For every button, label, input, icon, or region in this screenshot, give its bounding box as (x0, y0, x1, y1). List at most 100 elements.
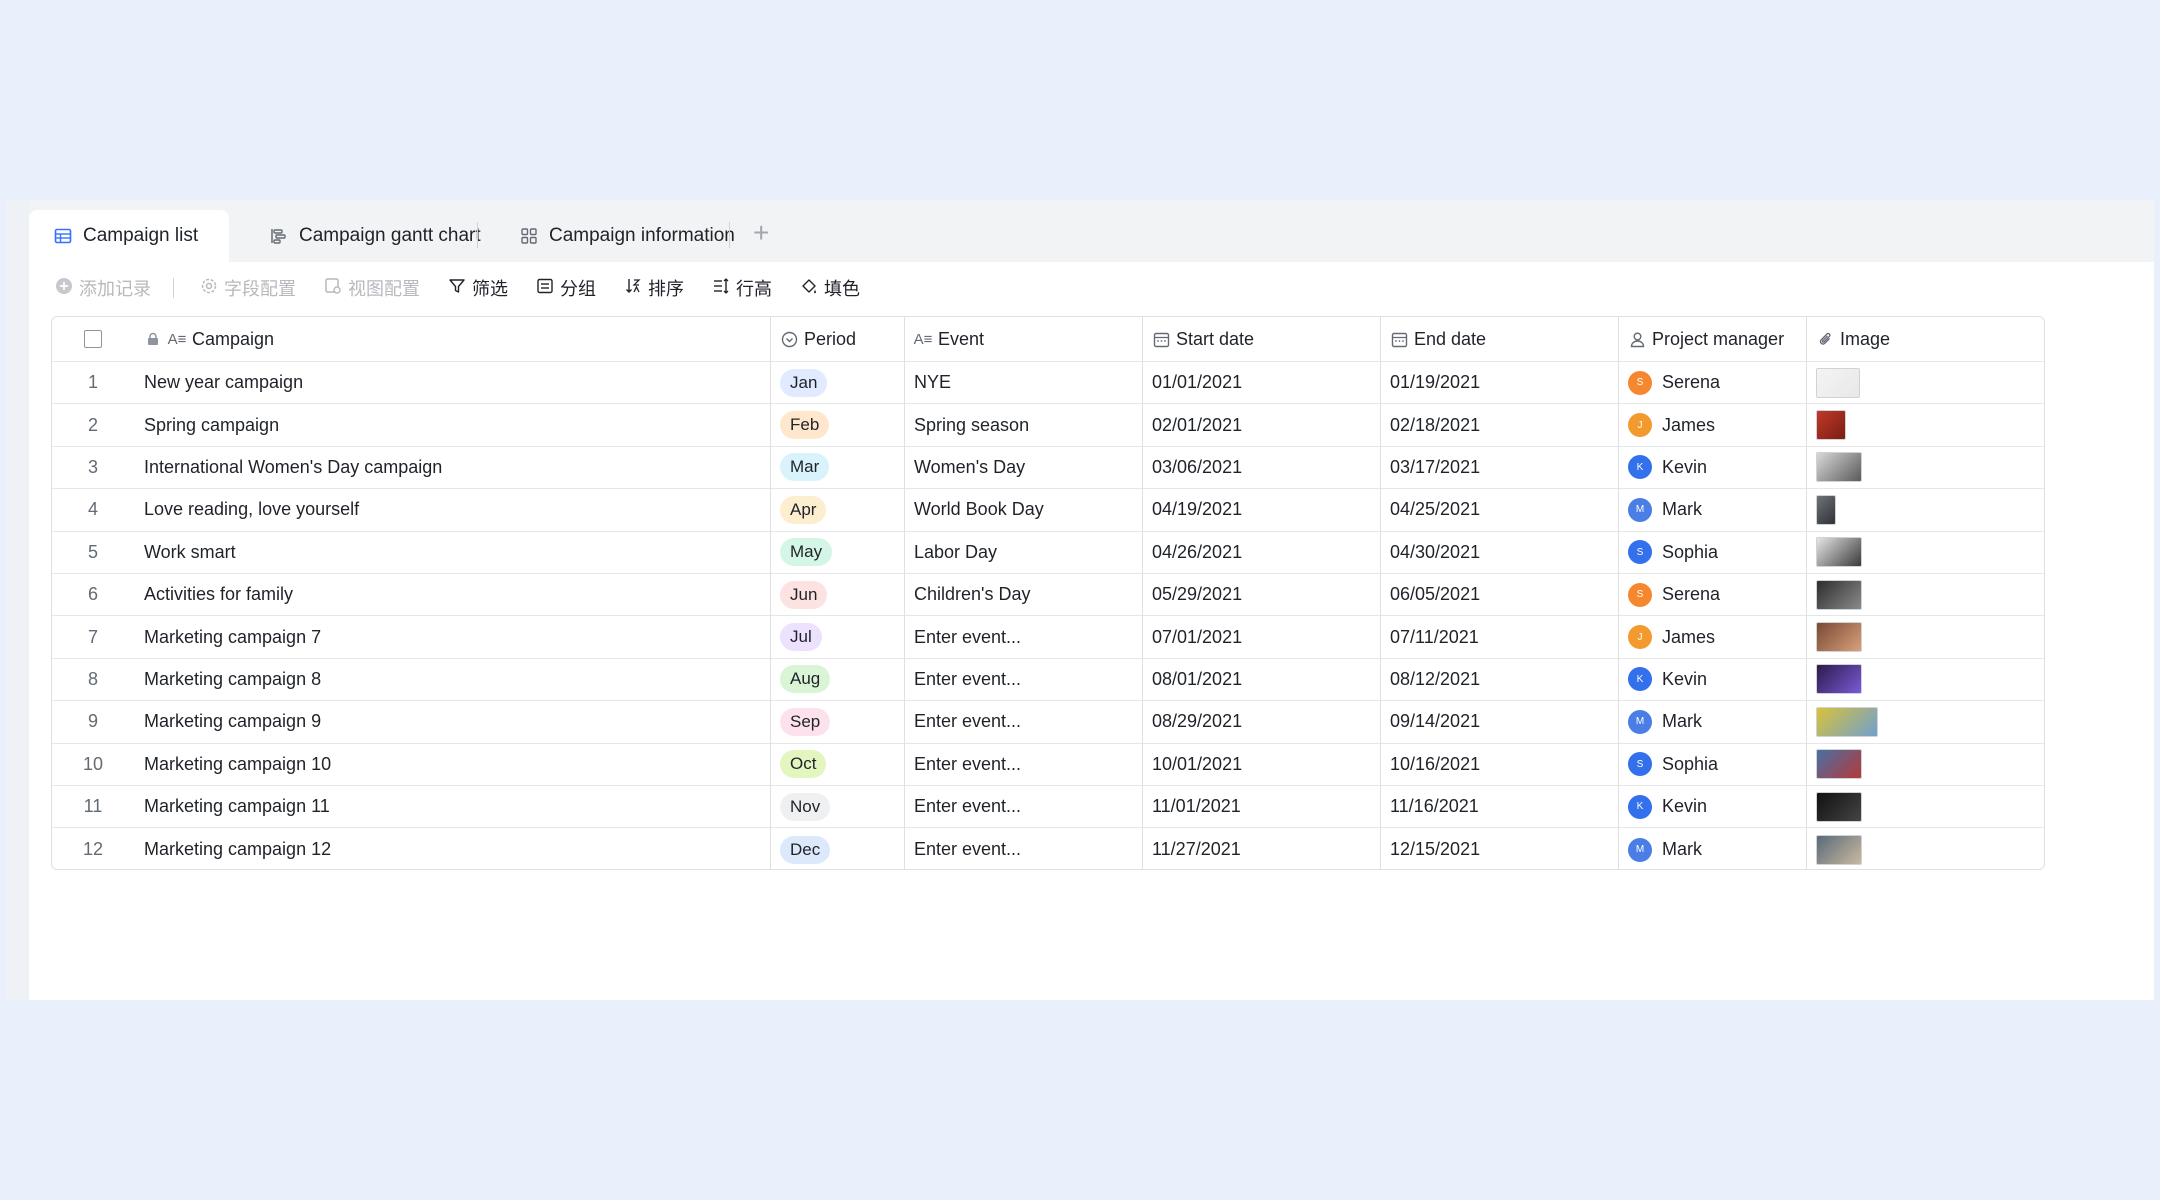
project-manager-cell[interactable]: K Kevin (1618, 786, 1806, 827)
campaign-cell[interactable]: Love reading, love yourself (134, 489, 770, 530)
image-thumbnail[interactable] (1816, 664, 1862, 695)
image-thumbnail[interactable] (1816, 367, 1860, 398)
start-date-cell[interactable]: 08/01/2021 (1142, 659, 1380, 700)
start-date-cell[interactable]: 08/29/2021 (1142, 701, 1380, 742)
row-height-button[interactable]: 行高 (712, 275, 772, 301)
period-cell[interactable]: Mar (770, 447, 904, 488)
image-thumbnail[interactable] (1816, 410, 1846, 441)
table-row[interactable]: 3 International Women's Day campaign Mar Wo… (52, 447, 2044, 490)
end-date-cell[interactable]: 04/30/2021 (1380, 532, 1618, 573)
add-view-button[interactable]: + (753, 218, 769, 248)
start-date-cell[interactable]: 02/01/2021 (1142, 404, 1380, 445)
period-cell[interactable]: Aug (770, 659, 904, 700)
image-cell[interactable] (1806, 744, 2044, 785)
image-cell[interactable] (1806, 489, 2044, 530)
period-cell[interactable]: Feb (770, 404, 904, 445)
project-manager-cell[interactable]: M Mark (1618, 828, 1806, 869)
end-date-cell[interactable]: 11/16/2021 (1380, 786, 1618, 827)
period-cell[interactable]: Apr (770, 489, 904, 530)
project-manager-cell[interactable]: J James (1618, 404, 1806, 445)
table-row[interactable]: 12 Marketing campaign 12 Dec Enter event...… (52, 828, 2044, 869)
event-cell[interactable]: Women's Day (904, 447, 1142, 488)
end-date-cell[interactable]: 03/17/2021 (1380, 447, 1618, 488)
column-header-start-date[interactable]: Start date (1142, 317, 1380, 361)
column-header-event[interactable]: A≡ Event (904, 317, 1142, 361)
end-date-cell[interactable]: 08/12/2021 (1380, 659, 1618, 700)
image-cell[interactable] (1806, 447, 2044, 488)
campaign-cell[interactable]: Work smart (134, 532, 770, 573)
period-cell[interactable]: Jun (770, 574, 904, 615)
campaign-cell[interactable]: New year campaign (134, 362, 770, 403)
event-cell[interactable]: Labor Day (904, 532, 1142, 573)
table-row[interactable]: 10 Marketing campaign 10 Oct Enter event...… (52, 744, 2044, 786)
table-row[interactable]: 4 Love reading, love yourself Apr World Boo… (52, 489, 2044, 532)
period-cell[interactable]: Jul (770, 616, 904, 657)
group-button[interactable]: 分组 (536, 275, 596, 301)
campaign-cell[interactable]: Marketing campaign 7 (134, 616, 770, 657)
project-manager-cell[interactable]: S Serena (1618, 362, 1806, 403)
image-thumbnail[interactable] (1816, 494, 1836, 525)
period-cell[interactable]: Oct (770, 744, 904, 785)
period-cell[interactable]: Jan (770, 362, 904, 403)
table-row[interactable]: 1 New year campaign Jan NYE 01/01/2021 01/19/… (52, 362, 2044, 405)
start-date-cell[interactable]: 07/01/2021 (1142, 616, 1380, 657)
project-manager-cell[interactable]: S Sophia (1618, 532, 1806, 573)
table-row[interactable]: 7 Marketing campaign 7 Jul Enter event... 07… (52, 616, 2044, 659)
campaign-cell[interactable]: Marketing campaign 12 (134, 828, 770, 869)
image-thumbnail[interactable] (1816, 622, 1862, 653)
fill-color-button[interactable]: 填色 (800, 275, 860, 301)
column-header-image[interactable]: Image (1806, 317, 2044, 361)
start-date-cell[interactable]: 04/26/2021 (1142, 532, 1380, 573)
end-date-cell[interactable]: 09/14/2021 (1380, 701, 1618, 742)
table-row[interactable]: 6 Activities for family Jun Children's Day 0… (52, 574, 2044, 617)
event-cell[interactable]: Enter event... (904, 828, 1142, 869)
campaign-cell[interactable]: Marketing campaign 9 (134, 701, 770, 742)
select-all-checkbox[interactable] (84, 330, 102, 348)
column-header-end-date[interactable]: End date (1380, 317, 1618, 361)
image-cell[interactable] (1806, 404, 2044, 445)
view-config-button[interactable]: 视图配置 (324, 275, 420, 301)
table-row[interactable]: 9 Marketing campaign 9 Sep Enter event... 08… (52, 701, 2044, 744)
end-date-cell[interactable]: 01/19/2021 (1380, 362, 1618, 403)
event-cell[interactable]: Enter event... (904, 701, 1142, 742)
image-cell[interactable] (1806, 616, 2044, 657)
start-date-cell[interactable]: 11/27/2021 (1142, 828, 1380, 869)
project-manager-cell[interactable]: S Sophia (1618, 744, 1806, 785)
start-date-cell[interactable]: 10/01/2021 (1142, 744, 1380, 785)
image-cell[interactable] (1806, 786, 2044, 827)
image-thumbnail[interactable] (1816, 791, 1862, 822)
start-date-cell[interactable]: 05/29/2021 (1142, 574, 1380, 615)
table-row[interactable]: 11 Marketing campaign 11 Nov Enter event...… (52, 786, 2044, 829)
add-record-button[interactable]: 添加记录 (55, 275, 151, 301)
end-date-cell[interactable]: 02/18/2021 (1380, 404, 1618, 445)
campaign-cell[interactable]: Spring campaign (134, 404, 770, 445)
campaign-cell[interactable]: Marketing campaign 11 (134, 786, 770, 827)
start-date-cell[interactable]: 11/01/2021 (1142, 786, 1380, 827)
image-thumbnail[interactable] (1816, 706, 1878, 737)
column-header-period[interactable]: Period (770, 317, 904, 361)
column-header-campaign[interactable]: A≡ Campaign (134, 317, 770, 361)
event-cell[interactable]: Children's Day (904, 574, 1142, 615)
campaign-cell[interactable]: Activities for family (134, 574, 770, 615)
event-cell[interactable]: Enter event... (904, 786, 1142, 827)
event-cell[interactable]: Enter event... (904, 616, 1142, 657)
event-cell[interactable]: World Book Day (904, 489, 1142, 530)
event-cell[interactable]: Spring season (904, 404, 1142, 445)
start-date-cell[interactable]: 01/01/2021 (1142, 362, 1380, 403)
image-thumbnail[interactable] (1816, 537, 1862, 568)
project-manager-cell[interactable]: M Mark (1618, 489, 1806, 530)
tab-campaign-gantt-chart[interactable]: Campaign gantt chart (245, 210, 505, 262)
campaign-cell[interactable]: International Women's Day campaign (134, 447, 770, 488)
image-thumbnail[interactable] (1816, 452, 1862, 483)
event-cell[interactable]: Enter event... (904, 744, 1142, 785)
image-cell[interactable] (1806, 828, 2044, 869)
period-cell[interactable]: Nov (770, 786, 904, 827)
project-manager-cell[interactable]: S Serena (1618, 574, 1806, 615)
tab-campaign-information[interactable]: Campaign information (495, 210, 759, 262)
period-cell[interactable]: Dec (770, 828, 904, 869)
filter-button[interactable]: 筛选 (448, 275, 508, 301)
event-cell[interactable]: NYE (904, 362, 1142, 403)
end-date-cell[interactable]: 04/25/2021 (1380, 489, 1618, 530)
image-cell[interactable] (1806, 574, 2044, 615)
project-manager-cell[interactable]: K Kevin (1618, 447, 1806, 488)
